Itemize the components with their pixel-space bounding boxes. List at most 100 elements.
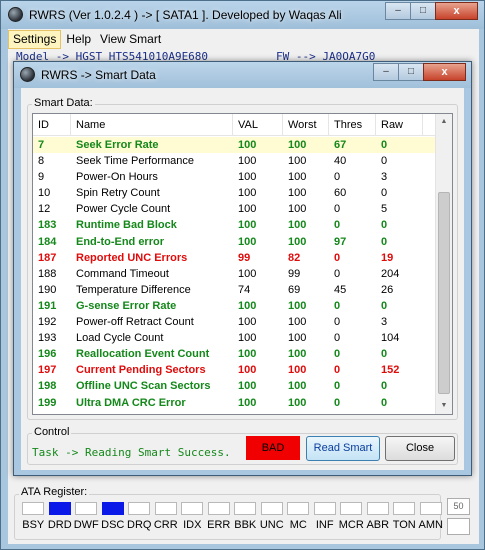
register-label: ERR [207, 519, 231, 531]
register-label: UNC [259, 519, 284, 531]
table-row[interactable]: 9 Power-On Hours 100 100 0 3 [33, 169, 437, 185]
cell-name: Power-off Retract Count [76, 316, 194, 329]
cell-thres: 0 [334, 348, 341, 361]
window-title: RWRS (Ver 1.0.2.4 ) -> [ SATA1 ]. Develo… [29, 8, 342, 22]
minimize-button[interactable]: ‒ [385, 2, 411, 20]
ata-register-inf: INF [312, 502, 339, 531]
column-header-val[interactable]: VAL [233, 114, 283, 136]
ata-register-drd: DRD [47, 502, 74, 531]
control-group: Control Task -> Reading Smart Success. B… [27, 426, 458, 465]
cell-raw: 3 [381, 171, 388, 184]
table-row[interactable]: 12 Power Cycle Count 100 100 0 5 [33, 201, 437, 217]
scroll-down-icon[interactable]: ▼ [436, 398, 452, 414]
register-indicator [22, 502, 45, 515]
cell-raw: 5 [381, 203, 388, 216]
table-row[interactable]: 192 Power-off Retract Count 100 100 0 3 [33, 314, 437, 330]
cell-worst: 100 [288, 187, 307, 200]
cell-name: End-to-End error [76, 235, 164, 248]
cell-thres: 0 [334, 316, 341, 329]
smart-data-group: Smart Data: ID Name VAL Worst Thres Raw … [27, 97, 458, 420]
register-label: DRQ [127, 519, 152, 531]
column-header-raw[interactable]: Raw [376, 114, 423, 136]
table-row[interactable]: 190 Temperature Difference 74 69 45 26 [33, 282, 437, 298]
cell-worst: 100 [288, 203, 307, 216]
dialog-maximize-button[interactable]: □ [398, 63, 424, 81]
cell-id: 12 [38, 203, 51, 216]
register-indicator [234, 502, 257, 515]
ata-register-mc: MC [285, 502, 312, 531]
app-logo-icon [8, 7, 23, 22]
cell-val: 100 [238, 219, 257, 232]
read-smart-button[interactable]: Read Smart [306, 436, 380, 461]
dialog-close-icon-button[interactable]: x [423, 63, 466, 81]
cell-name: Seek Error Rate [76, 139, 159, 151]
cell-val: 99 [238, 251, 251, 264]
cell-raw: 0 [381, 380, 388, 393]
table-row[interactable]: 7 Seek Error Rate 100 100 67 0 [33, 137, 437, 154]
cell-val: 74 [238, 283, 251, 296]
vertical-scrollbar[interactable]: ▲ ▼ [435, 114, 452, 414]
control-label: Control [32, 426, 72, 438]
side-empty-box [447, 518, 470, 535]
table-row[interactable]: 188 Command Timeout 100 99 0 204 [33, 266, 437, 282]
cell-id: 199 [38, 396, 57, 409]
ata-register-err: ERR [206, 502, 233, 531]
cell-thres: 0 [334, 203, 341, 216]
ata-register-mcr: MCR [338, 502, 365, 531]
table-row[interactable]: 187 Reported UNC Errors 99 82 0 19 [33, 250, 437, 266]
register-indicator [154, 502, 177, 515]
table-row[interactable]: 196 Reallocation Event Count 100 100 0 0 [33, 346, 437, 362]
table-row[interactable]: 199 Ultra DMA CRC Error 100 100 0 0 [33, 395, 437, 411]
cell-val: 100 [238, 267, 257, 280]
register-label: DWF [73, 519, 99, 531]
register-label: DSC [101, 519, 125, 531]
cell-val: 100 [238, 171, 257, 184]
table-row[interactable]: 197 Current Pending Sectors 100 100 0 152 [33, 362, 437, 378]
menu-settings[interactable]: Settings [8, 30, 62, 49]
table-row[interactable]: 198 Offline UNC Scan Sectors 100 100 0 0 [33, 378, 437, 394]
cell-worst: 69 [288, 283, 301, 296]
scrollbar-thumb[interactable] [438, 192, 450, 394]
ata-register-bsy: BSY [20, 502, 47, 531]
column-header-id[interactable]: ID [33, 114, 71, 136]
close-button[interactable]: Close [385, 436, 455, 461]
menu-help[interactable]: Help [62, 30, 95, 49]
title-bar[interactable]: RWRS (Ver 1.0.2.4 ) -> [ SATA1 ]. Develo… [1, 1, 484, 29]
cell-thres: 0 [334, 267, 341, 280]
column-header-thres[interactable]: Thres [329, 114, 376, 136]
cell-name: Temperature Difference [76, 283, 191, 296]
smart-data-list[interactable]: ID Name VAL Worst Thres Raw 7 Seek Error … [32, 113, 453, 415]
table-row[interactable]: 223Load/Unload Retry Count10010000 [33, 411, 437, 414]
side-value-box: 50 [447, 498, 470, 515]
close-window-button[interactable]: x [435, 2, 478, 20]
cell-thres: 0 [334, 364, 341, 377]
column-header-name[interactable]: Name [71, 114, 233, 136]
register-label: TON [392, 519, 416, 531]
register-indicator [419, 502, 442, 515]
table-row[interactable]: 193 Load Cycle Count 100 100 0 104 [33, 330, 437, 346]
dialog-minimize-button[interactable]: ‒ [373, 63, 399, 81]
table-row[interactable]: 184 End-to-End error 100 100 97 0 [33, 234, 437, 250]
cell-worst: 100 [288, 299, 307, 312]
register-indicator [75, 502, 98, 515]
maximize-button[interactable]: □ [410, 2, 436, 20]
cell-thres: 0 [334, 380, 341, 393]
dialog-title-bar[interactable]: RWRS -> Smart Data ‒ □ x [14, 62, 471, 88]
table-row[interactable]: 10 Spin Retry Count 100 100 60 0 [33, 185, 437, 201]
menu-view-smart[interactable]: View Smart [96, 30, 165, 49]
table-row[interactable]: 8 Seek Time Performance 100 100 40 0 [33, 153, 437, 169]
ata-register-amn: AMN [418, 502, 445, 531]
ata-register-idx: IDX [179, 502, 206, 531]
column-header-worst[interactable]: Worst [283, 114, 329, 136]
table-row[interactable]: 191 G-sense Error Rate 100 100 0 0 [33, 298, 437, 314]
table-row[interactable]: 183 Runtime Bad Block 100 100 0 0 [33, 217, 437, 233]
scroll-up-icon[interactable]: ▲ [436, 114, 452, 130]
register-indicator [181, 502, 204, 515]
register-indicator [48, 502, 71, 515]
ata-register-ton: TON [391, 502, 418, 531]
cell-id: 191 [38, 299, 57, 312]
ata-register-abr: ABR [365, 502, 392, 531]
register-indicator [287, 502, 310, 515]
cell-thres: 45 [334, 283, 347, 296]
register-label: AMN [418, 519, 443, 531]
